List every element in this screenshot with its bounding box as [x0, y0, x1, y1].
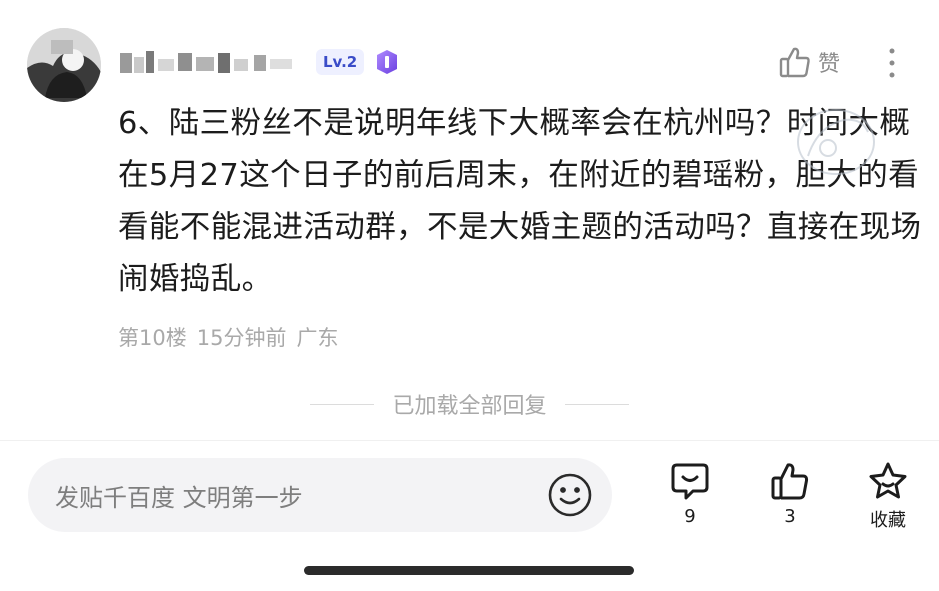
comment-icon [671, 463, 709, 500]
like-count: 3 [784, 506, 796, 527]
avatar[interactable] [27, 28, 101, 102]
level-badge: Lv.2 [316, 49, 365, 75]
comment-count-button[interactable]: 9 [660, 460, 720, 527]
floor-number: 第10楼 [118, 326, 187, 350]
watermark-stamp [788, 96, 884, 186]
emoji-icon[interactable] [546, 471, 594, 519]
favorite-button[interactable]: 收藏 [858, 460, 918, 532]
post-time: 15分钟前 [196, 326, 287, 350]
comment-meta: 第10楼 15分钟前 广东 [118, 322, 338, 352]
reply-input-placeholder: 发贴千百度 文明第一步 [55, 483, 303, 512]
comment-like-button[interactable]: 赞 [778, 44, 840, 80]
thumbs-up-icon [771, 463, 809, 500]
bottom-bar-divider [0, 440, 939, 441]
thumbs-up-icon [779, 47, 810, 78]
username-redacted[interactable] [118, 47, 304, 77]
star-icon [869, 462, 907, 499]
divider-right [564, 403, 629, 405]
like-label: 赞 [818, 52, 841, 77]
favorite-label: 收藏 [870, 510, 906, 531]
comment-count: 9 [684, 506, 696, 527]
divider-left [310, 403, 375, 405]
all-replies-loaded: 已加载全部回复 [0, 388, 939, 420]
post-location: 广东 [296, 326, 339, 350]
reply-input[interactable]: 发贴千百度 文明第一步 [28, 458, 612, 532]
home-indicator[interactable] [304, 566, 634, 575]
all-loaded-text: 已加载全部回复 [392, 394, 547, 419]
member-icon [374, 49, 400, 75]
more-vertical-icon[interactable] [884, 46, 900, 80]
username-row: Lv.2 [118, 44, 400, 80]
like-count-button[interactable]: 3 [760, 460, 820, 527]
comment-thread-screen: Lv.2 赞 6、陆三粉丝不是说明年线下大概率会在杭州吗？时间大概在5月27这个… [0, 0, 939, 591]
